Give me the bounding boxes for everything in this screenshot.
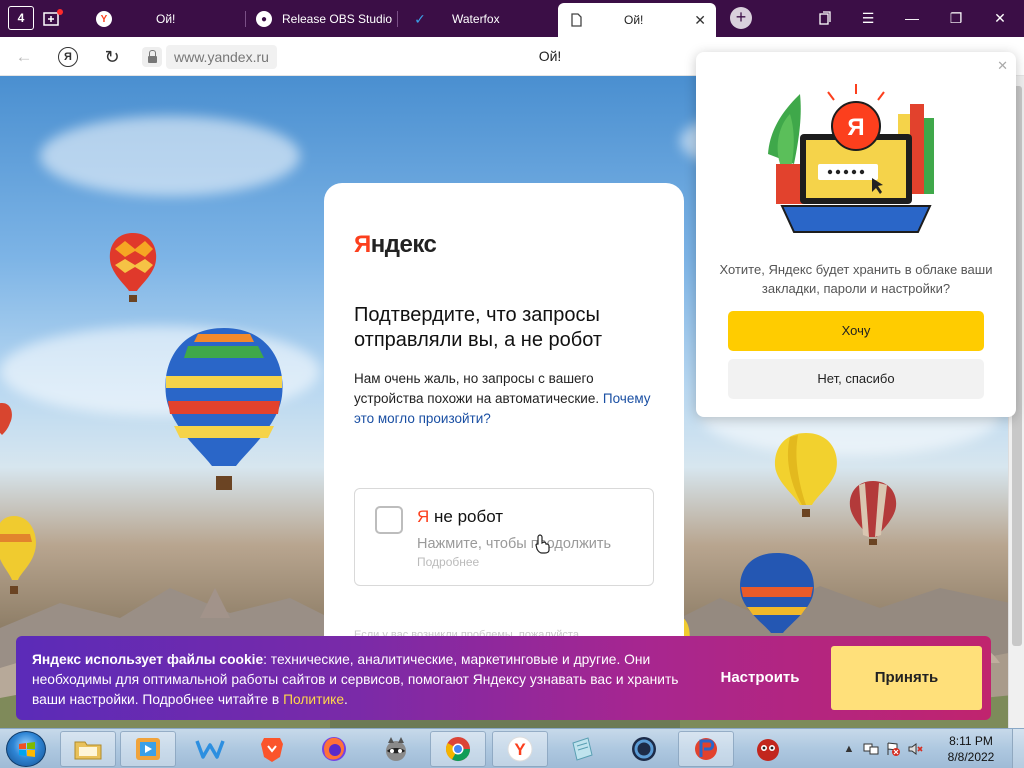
paint-icon[interactable]: [678, 731, 734, 767]
page-title: Ой!: [538, 48, 562, 64]
start-button[interactable]: [6, 731, 46, 767]
hot-air-balloon: [165, 328, 283, 490]
system-tray: ▲: [840, 729, 928, 768]
cookie-accept-button[interactable]: Принять: [831, 646, 982, 710]
tab-strip: 4 Y Ой! ● Release OBS Studio ✓ Waterfox …: [0, 0, 1024, 37]
sync-no-button[interactable]: Нет, спасибо: [728, 359, 984, 399]
waterfox-icon: ✓: [414, 10, 426, 27]
yandex-icon: Y: [96, 11, 112, 27]
new-tab-button[interactable]: +: [730, 7, 752, 29]
yandex-button-icon[interactable]: Я: [58, 47, 78, 67]
menu-icon[interactable]: ☰: [853, 6, 883, 30]
taskbar: Y ▲ 8:11 PM 8/8/2022: [0, 728, 1024, 768]
cookie-text: Яндекс использует файлы cookie: техничес…: [32, 652, 679, 707]
clock-date: 8/8/2022: [947, 750, 995, 764]
not-robot-checkbox[interactable]: [375, 506, 403, 534]
lock-icon[interactable]: [142, 47, 162, 67]
windows-logo-icon: [19, 742, 35, 757]
reload-icon[interactable]: ↻: [100, 45, 124, 69]
show-desktop-button[interactable]: [1012, 729, 1024, 768]
obs-icon[interactable]: [616, 731, 672, 767]
clock-time: 8:11 PM: [949, 734, 993, 748]
tab-active[interactable]: Ой! ✕: [558, 3, 716, 37]
yandex-logo-icon: Я: [847, 114, 864, 141]
yandex-logo[interactable]: Яндекс: [354, 231, 437, 259]
github-icon: ●: [256, 11, 272, 27]
cookie-settings-button[interactable]: Настроить: [696, 646, 824, 710]
not-robot-widget[interactable]: Я не робот Нажмите, чтобы продолжить Под…: [354, 488, 654, 586]
media-player-icon[interactable]: [120, 731, 176, 767]
not-robot-label: Я не робот: [417, 507, 504, 526]
more-info-link[interactable]: Подробнее: [417, 555, 479, 569]
sync-popup: ✕ Я Хотите, Яндекс будет хранить в облак…: [696, 52, 1016, 417]
raccoon-icon[interactable]: [368, 731, 424, 767]
brave-icon[interactable]: [244, 731, 300, 767]
not-robot-hint: Нажмите, чтобы продолжить: [417, 536, 612, 552]
document-icon: [568, 12, 584, 28]
sync-popup-text: Хотите, Яндекс будет хранить в облаке ва…: [719, 262, 993, 296]
hot-air-balloon: [0, 403, 12, 435]
svg-text:Y: Y: [514, 740, 526, 759]
show-hidden-icons-icon[interactable]: ▲: [840, 740, 858, 758]
volume-muted-icon[interactable]: [906, 740, 924, 758]
hot-air-balloon: [849, 481, 897, 545]
hot-air-balloon: [740, 553, 814, 633]
app-icon[interactable]: [740, 731, 796, 767]
minimize-icon[interactable]: —: [897, 6, 927, 30]
hot-air-balloon: [775, 433, 837, 517]
hot-air-balloon: [109, 233, 157, 302]
captcha-heading: Подтвердите, что запросы отправляли вы, …: [354, 304, 603, 351]
close-popup-icon[interactable]: ✕: [997, 58, 1008, 74]
policy-link[interactable]: Политике: [283, 692, 344, 707]
flag-alert-icon[interactable]: [884, 740, 902, 758]
url-field[interactable]: www.yandex.ru: [166, 45, 277, 69]
tab-waterfox[interactable]: ✓ Waterfox: [402, 3, 552, 35]
notepad-icon[interactable]: [554, 731, 610, 767]
cookie-banner: Яндекс использует файлы cookie: техничес…: [16, 636, 991, 720]
file-explorer-icon[interactable]: [60, 731, 116, 767]
restore-icon[interactable]: ❐: [941, 6, 971, 30]
chrome-icon[interactable]: [430, 731, 486, 767]
laptop-illustration: Я: [768, 84, 934, 233]
tab-obs-release[interactable]: ● Release OBS Studio: [246, 3, 398, 35]
firefox-icon[interactable]: [306, 731, 362, 767]
hand-cursor-icon: [535, 534, 551, 560]
tab-title: Release OBS Studio: [282, 12, 392, 26]
tab-title: Ой!: [156, 12, 176, 26]
collections-icon[interactable]: [810, 6, 840, 30]
network-icon[interactable]: [862, 740, 880, 758]
tab-title: Waterfox: [452, 12, 500, 26]
home-tab-icon[interactable]: 4: [8, 6, 34, 30]
close-window-icon[interactable]: ✕: [985, 6, 1015, 30]
waterfox-icon[interactable]: [182, 731, 238, 767]
captcha-description: Нам очень жаль, но запросы с вашего устр…: [354, 371, 651, 426]
clock[interactable]: 8:11 PM 8/8/2022: [936, 733, 1006, 765]
yandex-browser-icon[interactable]: Y: [492, 731, 548, 767]
hot-air-balloon: [0, 516, 36, 594]
sync-yes-button[interactable]: Хочу: [728, 311, 984, 351]
captcha-card: Яндекс Подтвердите, что запросы отправля…: [324, 183, 684, 653]
tab-title: Ой!: [624, 13, 644, 27]
back-icon[interactable]: ←: [12, 45, 36, 69]
close-tab-icon[interactable]: ✕: [694, 12, 706, 29]
new-window-icon[interactable]: [40, 6, 66, 30]
tab-yandex[interactable]: Y Ой!: [86, 3, 246, 35]
